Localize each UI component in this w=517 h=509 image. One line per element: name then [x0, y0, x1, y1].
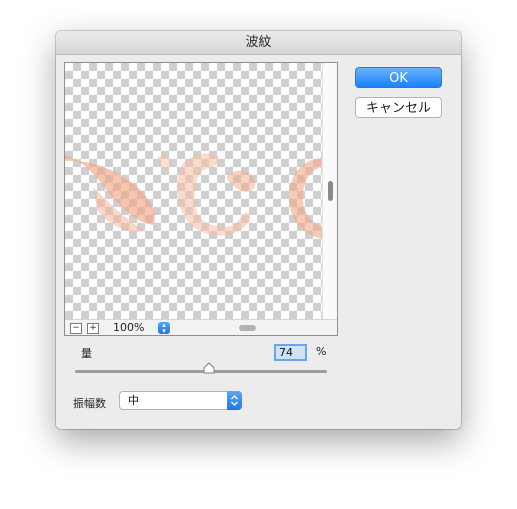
size-label: 振幅数 — [73, 397, 106, 410]
vertical-scroll-thumb[interactable] — [328, 181, 333, 201]
select-chevron-icon[interactable] — [227, 391, 242, 410]
amount-input[interactable]: 74 — [274, 344, 307, 361]
preview-toolbar: − + 100% ▴ ▾ — [65, 319, 337, 335]
ripple-preview-art — [65, 153, 322, 239]
zoom-out-button[interactable]: − — [70, 323, 82, 334]
amount-slider-thumb[interactable] — [203, 362, 215, 374]
zoom-in-button[interactable]: + — [87, 323, 99, 334]
amount-unit: % — [316, 345, 327, 358]
cancel-button[interactable]: キャンセル — [355, 97, 442, 118]
ripple-dialog: 波紋 − + 100% ▴ ▾ OK キャンセル 量 74 % 振幅数 中 — [56, 31, 461, 429]
preview-canvas[interactable] — [65, 63, 322, 319]
filter-preview[interactable]: − + 100% ▴ ▾ — [64, 62, 338, 336]
vertical-scrollbar[interactable] — [322, 63, 337, 319]
dialog-title: 波紋 — [56, 31, 461, 55]
horizontal-scroll-thumb[interactable] — [239, 325, 256, 331]
amount-slider-track[interactable] — [75, 370, 327, 373]
size-select-value: 中 — [128, 394, 139, 407]
zoom-dropdown-chevron-icon[interactable]: ▴ ▾ — [158, 322, 170, 335]
amount-label: 量 — [81, 347, 92, 360]
zoom-level[interactable]: 100% — [113, 321, 144, 334]
size-select[interactable]: 中 — [119, 391, 242, 410]
ok-button[interactable]: OK — [355, 67, 442, 88]
